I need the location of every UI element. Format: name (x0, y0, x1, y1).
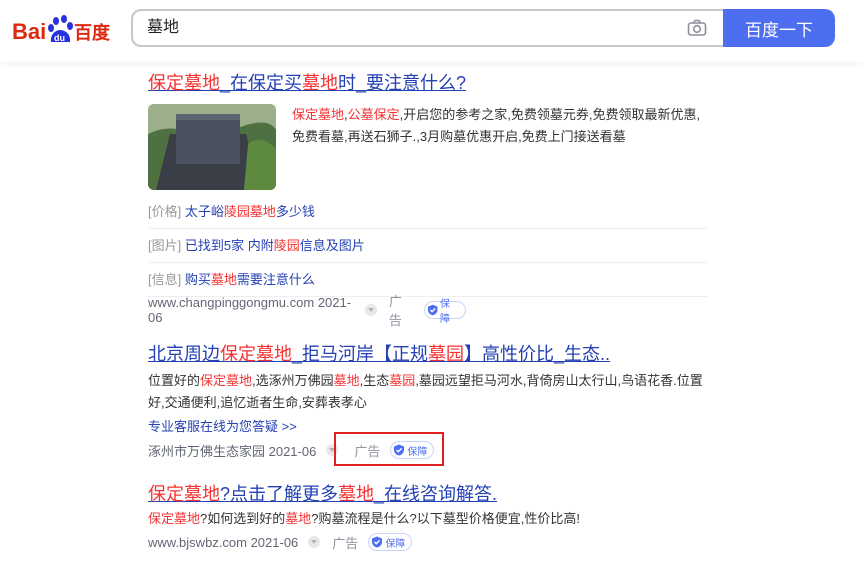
svg-text:Bai: Bai (12, 19, 46, 44)
result-title[interactable]: 保定墓地_在保定买墓地时_要注意什么? (148, 71, 466, 95)
dropdown-icon[interactable] (365, 304, 377, 316)
source-url[interactable]: www.bjswbz.com 2021-06 (148, 535, 298, 550)
search-input[interactable] (147, 11, 667, 45)
dropdown-icon[interactable] (308, 536, 321, 548)
header: Bai du 百度 百度一下 (0, 0, 863, 62)
source-name[interactable]: 涿州市万佛生态家园 2021-06 (148, 441, 316, 460)
result-title[interactable]: 北京周边保定墓地_拒马河岸【正规墓园】高性价比_生态.. (148, 342, 718, 366)
guarantee-badge[interactable]: 保障 (368, 533, 413, 551)
search-box (131, 9, 723, 47)
sub-link-list: [价格] 太子峪陵园墓地多少钱 [图片] 已找到5家 内附陵园信息及图片 [信息… (148, 195, 708, 297)
result-thumbnail[interactable] (148, 104, 276, 190)
result-title[interactable]: 保定墓地?点击了解更多墓地_在线咨询解答. (148, 482, 580, 506)
shield-icon (427, 304, 438, 316)
search-result: 保定墓地?点击了解更多墓地_在线咨询解答. 保定墓地?如何选到好的墓地?购墓流程… (148, 482, 580, 552)
svg-text:百度: 百度 (74, 22, 111, 44)
ad-label[interactable]: 广告 (389, 291, 414, 329)
baidu-logo[interactable]: Bai du 百度 (12, 14, 118, 46)
svg-text:du: du (54, 33, 65, 43)
shield-icon (372, 536, 383, 548)
result-description: 保定墓地?如何选到好的墓地?购墓流程是什么?以下墓型价格便宜,性价比高! (148, 511, 580, 526)
search-button[interactable]: 百度一下 (723, 9, 835, 47)
ad-label[interactable]: 广告 (332, 533, 358, 552)
result-description: 保定墓地,公墓保定,开启您的参考之家,免费领墓元券,免费领取最新优惠, 免费看墓,… (292, 107, 701, 144)
source-url[interactable]: www.changpinggongmu.com 2021-06 (148, 295, 355, 325)
search-result: 保定墓地_在保定买墓地时_要注意什么? 保定墓地,公墓保定,开启您的参考之家,免… (148, 71, 708, 328)
guarantee-badge[interactable]: 保障 (423, 299, 467, 325)
result-source: www.changpinggongmu.com 2021-06 广告 保障 (148, 294, 467, 328)
highlight-box (334, 432, 444, 466)
sub-link-info[interactable]: [信息] 购买墓地需要注意什么 (148, 263, 708, 297)
sub-link-price[interactable]: [价格] 太子峪陵园墓地多少钱 (148, 195, 708, 229)
sub-link-images[interactable]: [图片] 已找到5家 内附陵园信息及图片 (148, 229, 708, 263)
result-source: www.bjswbz.com 2021-06 广告 保障 (148, 532, 580, 552)
result-description: 位置好的保定墓地,选涿州万佛园墓地,生态墓园,墓园远望拒马河水,背倚房山太行山,… (148, 373, 703, 410)
camera-icon[interactable] (687, 19, 707, 42)
